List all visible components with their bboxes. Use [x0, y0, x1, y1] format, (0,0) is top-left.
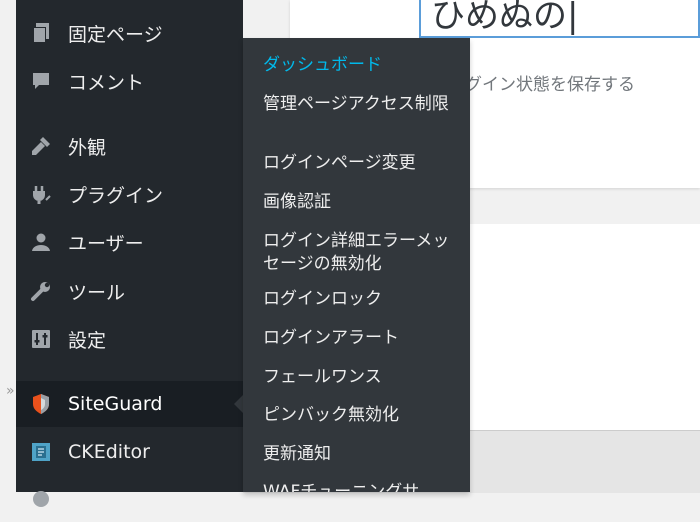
submenu-item-pingback[interactable]: ピンバック無効化	[263, 404, 459, 427]
pages-icon	[30, 22, 52, 44]
siteguard-icon	[30, 393, 52, 415]
submenu-item-waf-tuning[interactable]: WAFチューニングサ	[263, 481, 459, 492]
submenu-item-login-lock[interactable]: ログインロック	[263, 288, 459, 311]
submenu-item-admin-access[interactable]: 管理ページアクセス制限	[263, 93, 459, 116]
submenu-item-captcha[interactable]: 画像認証	[263, 191, 459, 214]
sidebar-item-tools[interactable]: ツール	[16, 268, 243, 314]
username-input[interactable]: ひめぬの|	[419, 0, 700, 38]
wrench-icon	[30, 280, 52, 302]
left-strip: »	[0, 0, 16, 492]
user-icon	[30, 231, 52, 253]
sidebar-item-ckeditor[interactable]: CKEditor	[16, 429, 243, 475]
submenu-item-login-page[interactable]: ログインページ変更	[263, 152, 459, 175]
submenu-item-error-message[interactable]: ログイン詳細エラーメッセージの無効化	[263, 230, 459, 276]
settings-icon	[30, 328, 52, 350]
collapse-icon[interactable]: »	[6, 383, 15, 399]
sidebar-item-comments[interactable]: コメント	[16, 58, 243, 104]
sidebar-item-partial[interactable]	[16, 476, 243, 522]
sidebar-item-users[interactable]: ユーザー	[16, 219, 243, 265]
submenu-item-dashboard[interactable]: ダッシュボード	[263, 54, 459, 77]
sidebar-item-settings[interactable]: 設定	[16, 316, 243, 362]
submenu-item-fail-once[interactable]: フェールワンス	[263, 366, 459, 389]
sidebar-item-appearance[interactable]: 外観	[16, 123, 243, 169]
admin-sidebar: 固定ページ コメント 外観 プラグイン ユーザー ツール 設定 SiteGuar…	[16, 0, 243, 507]
remember-me-label: ログイン状態を保存する	[448, 75, 635, 95]
submenu-item-update-notify[interactable]: 更新通知	[263, 443, 459, 466]
active-menu-arrow	[234, 395, 243, 413]
submenu-item-login-alert[interactable]: ログインアラート	[263, 327, 459, 350]
comment-icon	[30, 70, 52, 92]
sidebar-item-siteguard[interactable]: SiteGuard	[16, 381, 243, 427]
sidebar-item-plugins[interactable]: プラグイン	[16, 171, 243, 217]
plugin-icon	[30, 183, 52, 205]
ckeditor-icon	[30, 441, 52, 463]
appearance-icon	[30, 135, 52, 157]
sidebar-item-pages[interactable]: 固定ページ	[16, 10, 243, 56]
circle-icon	[30, 488, 52, 510]
siteguard-submenu: ダッシュボード 管理ページアクセス制限 ログインページ変更 画像認証 ログイン詳…	[243, 38, 470, 492]
